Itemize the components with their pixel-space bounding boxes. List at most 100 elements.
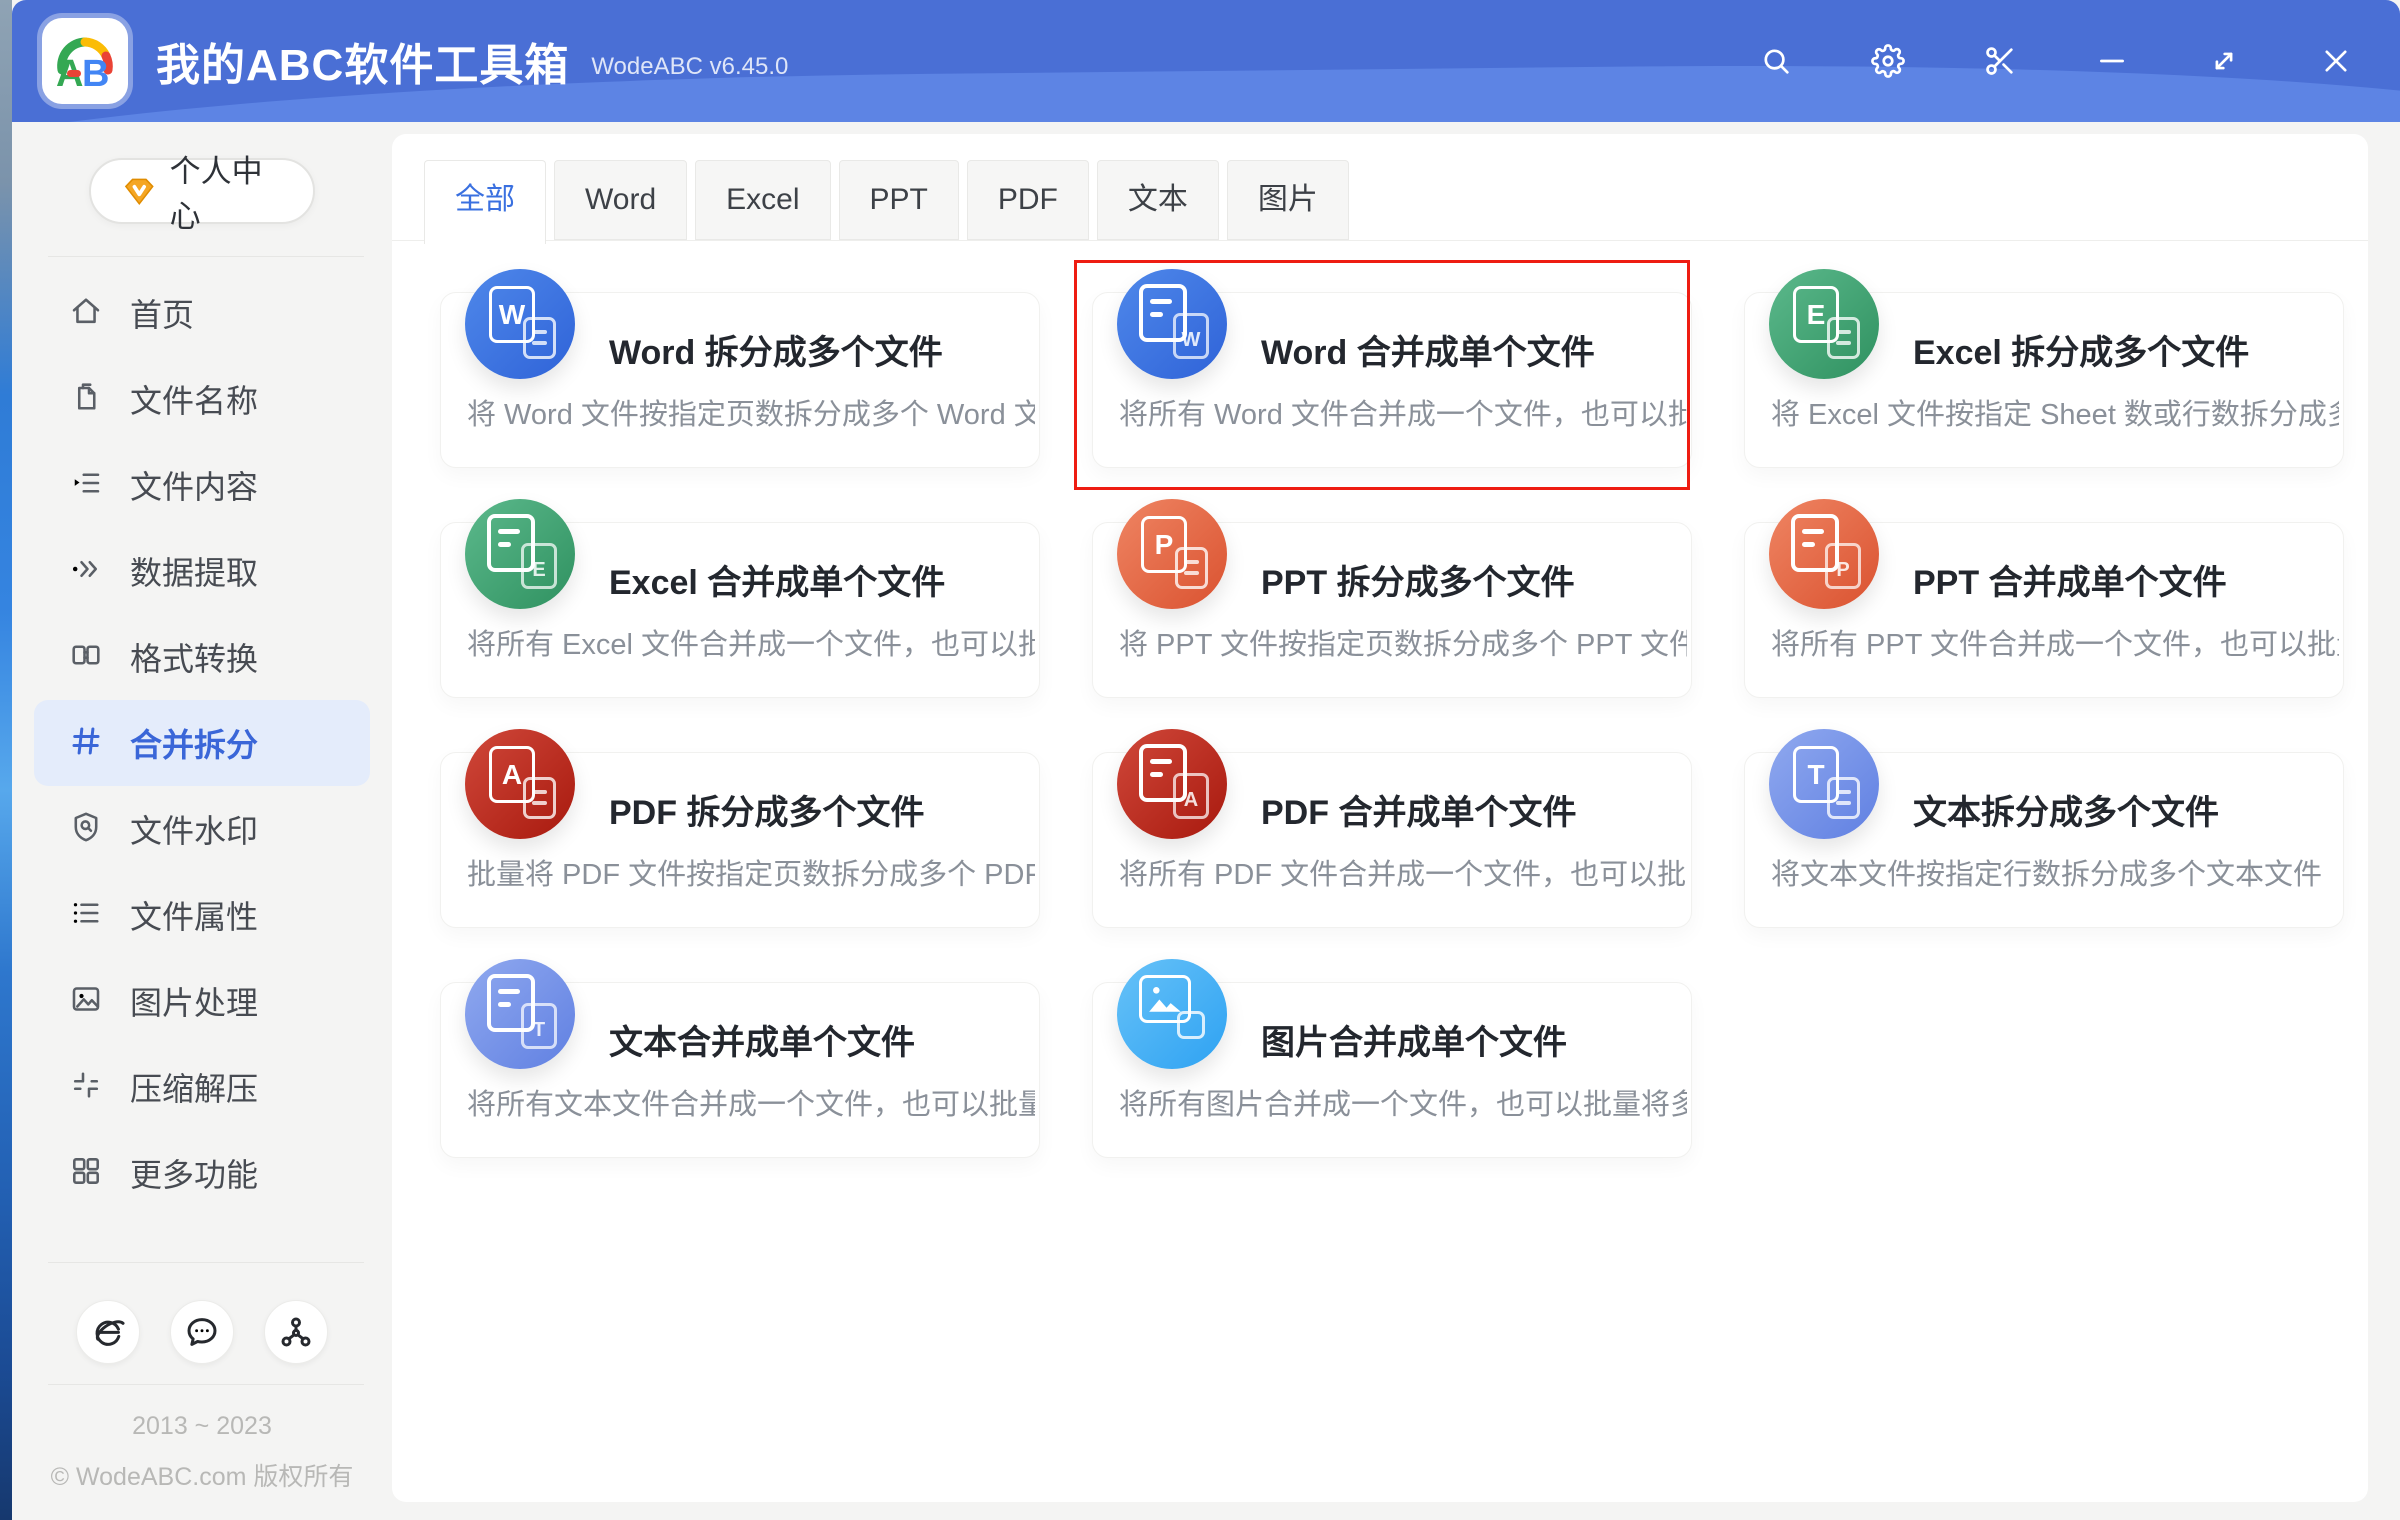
sidebar-item-file-name[interactable]: 文件名称 [34,356,370,442]
tab-Excel[interactable]: Excel [695,160,830,240]
data-extract-icon [68,551,104,592]
title-bar: A B 我的ABC软件工具箱 WodeABC v6.45.0 [12,0,2400,122]
tool-icon: T [465,959,575,1069]
tool-card-5[interactable]: P PPT 合并成单个文件 将所有 PPT 文件合并成一个文件，也可以批量将多 [1744,522,2344,698]
tab-文本[interactable]: 文本 [1097,160,1219,240]
tool-card-1[interactable]: W Word 合并成单个文件 将所有 Word 文件合并成一个文件，也可以批量将… [1092,292,1692,468]
tool-card-description: 将文本文件按指定行数拆分成多个文本文件 [1771,851,2339,893]
sidebar-item-more[interactable]: 更多功能 [34,1130,370,1216]
app-window: A B 我的ABC软件工具箱 WodeABC v6.45.0 [0,0,2400,1520]
app-logo: A B [42,18,128,104]
titlebar-controls [1758,43,2354,79]
sidebar-item-label: 格式转换 [130,634,258,680]
tool-icon: A [1117,729,1227,839]
share-button[interactable] [264,1300,328,1364]
sidebar-item-label: 数据提取 [130,548,258,594]
sidebar-item-label: 合并拆分 [130,720,258,766]
tool-card-4[interactable]: P PPT 拆分成多个文件 将 PPT 文件按指定页数拆分成多个 PPT 文件 [1092,522,1692,698]
expand-button[interactable] [2206,43,2242,79]
watermark-icon [68,809,104,850]
sidebar-item-label: 更多功能 [130,1150,258,1196]
file-props-icon [68,895,104,936]
sidebar-item-file-props[interactable]: 文件属性 [34,872,370,958]
sidebar-item-file-content[interactable]: 文件内容 [34,442,370,528]
more-icon [68,1153,104,1194]
tool-card-8[interactable]: T 文本拆分成多个文件 将文本文件按指定行数拆分成多个文本文件 [1744,752,2344,928]
format-convert-icon [68,637,104,678]
scissors-icon [1983,44,2017,78]
gear-button[interactable] [1870,43,1906,79]
tab-Word[interactable]: Word [554,160,687,240]
tool-icon: P [1117,499,1227,609]
close-icon [2319,44,2353,78]
tab-PDF[interactable]: PDF [967,160,1089,240]
sidebar-item-merge-split[interactable]: 合并拆分 [34,700,370,786]
file-content-icon [68,465,104,506]
tool-card-description: 将所有 Word 文件合并成一个文件，也可以批量将多 [1119,391,1687,433]
app-version: WodeABC v6.45.0 [591,53,788,81]
category-tabs: 全部WordExcelPPTPDF文本图片 [424,160,1349,244]
tool-card-0[interactable]: W Word 拆分成多个文件 将 Word 文件按指定页数拆分成多个 Word … [440,292,1040,468]
sidebar-menu: 首页 文件名称 文件内容 数据提取 格式转换 [12,270,392,1216]
personal-center-button[interactable]: 个人中心 [89,158,315,224]
scissors-button[interactable] [1982,43,2018,79]
tool-card-9[interactable]: T 文本合并成单个文件 将所有文本文件合并成一个文件，也可以批量将多个 [440,982,1040,1158]
expand-icon [2207,44,2241,78]
close-button[interactable] [2318,43,2354,79]
tool-icon: W [1117,269,1227,379]
minimize-button[interactable] [2094,43,2130,79]
tool-card-title: 文本拆分成多个文件 [1913,785,2219,834]
sidebar-item-data-extract[interactable]: 数据提取 [34,528,370,614]
tool-card-10[interactable]: 图片合并成单个文件 将所有图片合并成一个文件，也可以批量将多个文件 [1092,982,1692,1158]
sidebar-item-format-convert[interactable]: 格式转换 [34,614,370,700]
sidebar-item-image-process[interactable]: 图片处理 [34,958,370,1044]
tool-card-title: PDF 拆分成多个文件 [609,785,924,834]
tool-card-description: 批量将 PDF 文件按指定页数拆分成多个 PDF 文件 [467,851,1035,893]
sidebar-footer: 2013 ~ 2023 © WodeABC.com 版权所有 [12,1412,392,1493]
tool-card-description: 将所有 PDF 文件合并成一个文件，也可以批量将多 [1119,851,1687,893]
tool-card-title: Excel 合并成单个文件 [609,555,945,604]
sidebar-item-watermark[interactable]: 文件水印 [34,786,370,872]
tools-grid: W Word 拆分成多个文件 将 Word 文件按指定页数拆分成多个 Word … [440,292,2344,1158]
search-button[interactable] [1758,43,1794,79]
sidebar-divider [48,1262,364,1263]
tool-card-6[interactable]: A PDF 拆分成多个文件 批量将 PDF 文件按指定页数拆分成多个 PDF 文… [440,752,1040,928]
sidebar-item-label: 图片处理 [130,978,258,1024]
tool-card-title: PPT 拆分成多个文件 [1261,555,1575,604]
chat-button[interactable] [170,1300,234,1364]
home-icon [68,293,104,334]
sidebar-divider [48,1384,364,1385]
sidebar-item-label: 文件内容 [130,462,258,508]
tool-icon: P [1769,499,1879,609]
tool-card-title: Excel 拆分成多个文件 [1913,325,2249,374]
personal-center-label: 个人中心 [170,146,283,236]
ie-button[interactable] [76,1300,140,1364]
tab-图片[interactable]: 图片 [1227,160,1349,240]
tab-全部[interactable]: 全部 [424,160,546,244]
tool-card-description: 将 Word 文件按指定页数拆分成多个 Word 文件 [467,391,1035,433]
sidebar-item-compress[interactable]: 压缩解压 [34,1044,370,1130]
sidebar-item-label: 压缩解压 [130,1064,258,1110]
minimize-icon [2095,44,2129,78]
tool-card-title: Word 拆分成多个文件 [609,325,943,374]
ie-icon [89,1313,127,1351]
tool-card-3[interactable]: E Excel 合并成单个文件 将所有 Excel 文件合并成一个文件，也可以批… [440,522,1040,698]
sidebar-item-home[interactable]: 首页 [34,270,370,356]
tool-card-title: Word 合并成单个文件 [1261,325,1595,374]
tool-card-7[interactable]: A PDF 合并成单个文件 将所有 PDF 文件合并成一个文件，也可以批量将多 [1092,752,1692,928]
svg-text:B: B [82,53,109,95]
share-icon [277,1313,315,1351]
vip-diamond-icon [121,171,158,211]
tool-card-2[interactable]: E Excel 拆分成多个文件 将 Excel 文件按指定 Sheet 数或行数… [1744,292,2344,468]
tab-PPT[interactable]: PPT [839,160,959,240]
tool-icon: A [465,729,575,839]
copyright-text: © WodeABC.com 版权所有 [12,1457,392,1493]
sidebar-divider [48,256,364,257]
sidebar-item-label: 文件名称 [130,376,258,422]
tool-card-title: PPT 合并成单个文件 [1913,555,2227,604]
sidebar-social-row [12,1300,392,1364]
tool-card-description: 将 PPT 文件按指定页数拆分成多个 PPT 文件 [1119,621,1687,663]
tool-card-title: 文本合并成单个文件 [609,1015,915,1064]
chat-icon [183,1313,221,1351]
tool-icon [1117,959,1227,1069]
